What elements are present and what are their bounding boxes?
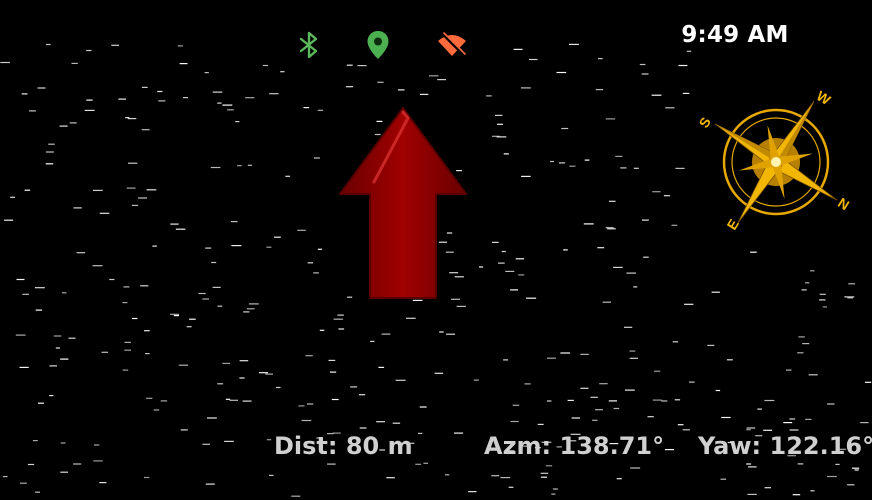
distance-readout: Dist: 80 m bbox=[274, 432, 413, 460]
compass-letter-e: E bbox=[723, 216, 742, 232]
compass-rose-icon: W N S E bbox=[690, 82, 860, 242]
bluetooth-icon bbox=[292, 28, 326, 62]
compass-letter-w: W bbox=[814, 87, 834, 108]
arrow-up-icon bbox=[332, 100, 474, 310]
compass-letter-n: N bbox=[835, 194, 852, 213]
status-time: 9:49 AM bbox=[681, 22, 789, 48]
wifi-off-icon bbox=[435, 28, 469, 62]
location-pin-icon bbox=[361, 28, 395, 62]
azimuth-readout: Azm: 138.71° bbox=[484, 432, 665, 460]
yaw-readout: Yaw: 122.16° bbox=[698, 432, 872, 460]
compass-letter-s: S bbox=[695, 114, 714, 130]
